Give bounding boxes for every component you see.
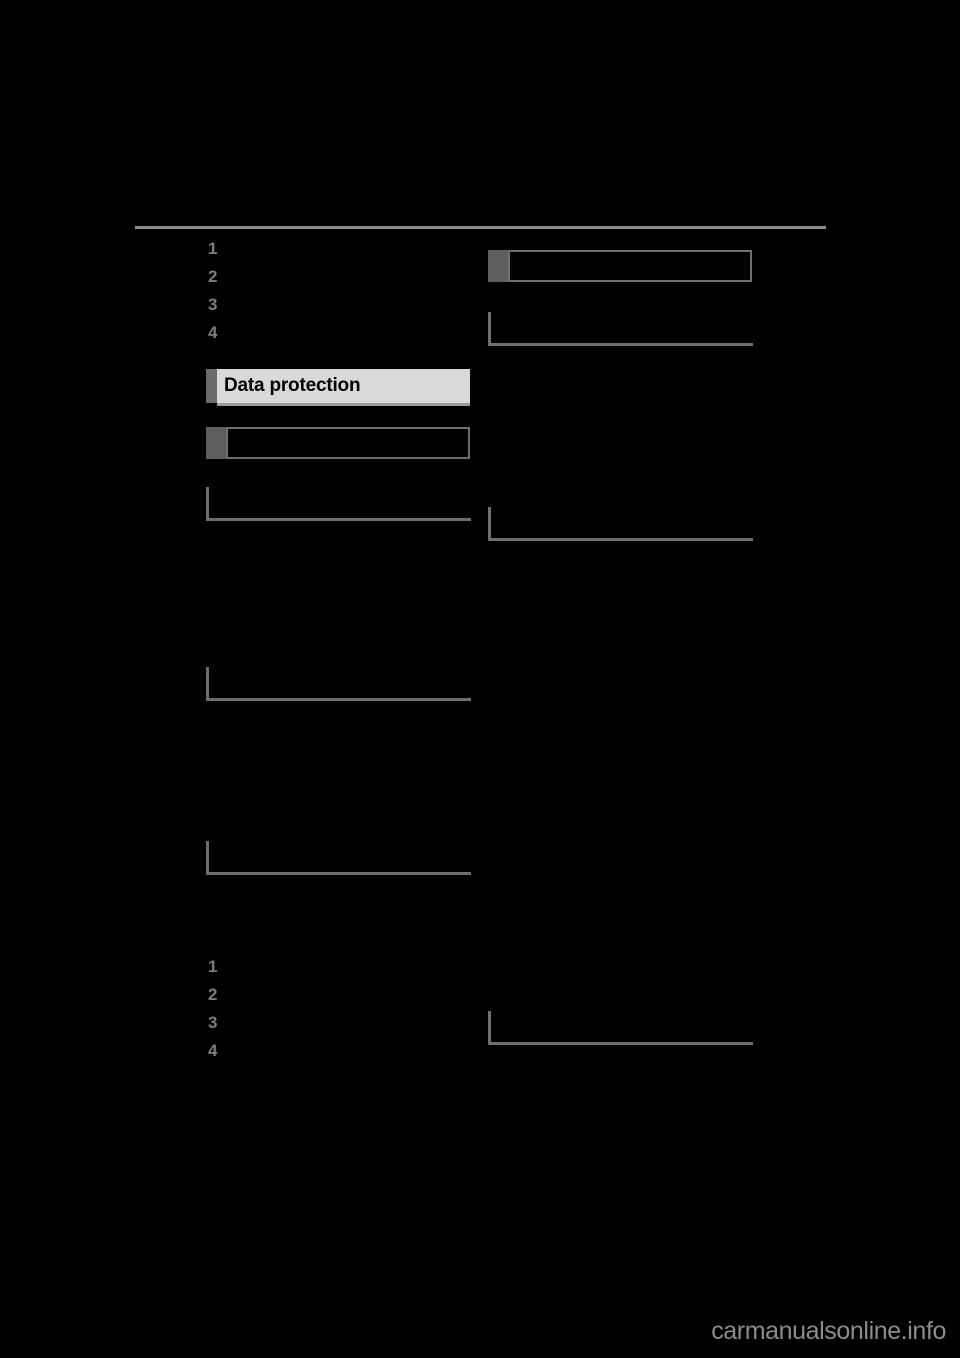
section-divider-bracket (206, 487, 471, 521)
bracket-vertical (488, 507, 491, 541)
subheading-marker-icon (206, 427, 226, 459)
bracket-horizontal (488, 1042, 753, 1045)
list-number: 2 (208, 267, 218, 286)
bracket-horizontal (488, 343, 753, 346)
section-header-tab (206, 369, 217, 403)
subheading-box-right (488, 250, 752, 282)
list-number: 1 (208, 957, 218, 976)
section-header-data-protection: Data protection (206, 369, 470, 406)
bracket-horizontal (206, 518, 471, 521)
list-number: 4 (208, 323, 218, 342)
section-divider-bracket (488, 312, 753, 346)
site-watermark: carmanualsonline.info (711, 1317, 946, 1345)
bracket-horizontal (206, 872, 471, 875)
section-divider-bracket (488, 507, 753, 541)
section-divider-bracket (488, 1011, 753, 1045)
header-rule (135, 226, 826, 229)
list-number: 3 (208, 1013, 218, 1032)
section-header-band: Data protection (217, 369, 470, 403)
bracket-vertical (206, 667, 209, 701)
section-divider-bracket (206, 841, 471, 875)
bracket-vertical (206, 841, 209, 875)
section-header-shadow (217, 403, 470, 406)
subheading-marker-icon (488, 250, 508, 282)
bracket-horizontal (206, 698, 471, 701)
bracket-vertical (488, 312, 491, 346)
subheading-box-left (206, 427, 470, 459)
list-number: 2 (208, 985, 218, 1004)
list-number: 4 (208, 1041, 218, 1060)
numbered-list-top: 1 2 3 4 (208, 240, 248, 352)
section-divider-bracket (206, 667, 471, 701)
numbered-list-bottom: 1 2 3 4 (208, 958, 248, 1070)
bracket-vertical (206, 487, 209, 521)
subheading-frame (508, 250, 752, 282)
list-number: 3 (208, 295, 218, 314)
bracket-horizontal (488, 538, 753, 541)
bracket-vertical (488, 1011, 491, 1045)
list-number: 1 (208, 239, 218, 258)
subheading-frame (226, 427, 470, 459)
manual-page: 1 2 3 4 Data protection 1 2 3 4 carmanua… (0, 0, 960, 1358)
section-title: Data protection (224, 375, 361, 396)
